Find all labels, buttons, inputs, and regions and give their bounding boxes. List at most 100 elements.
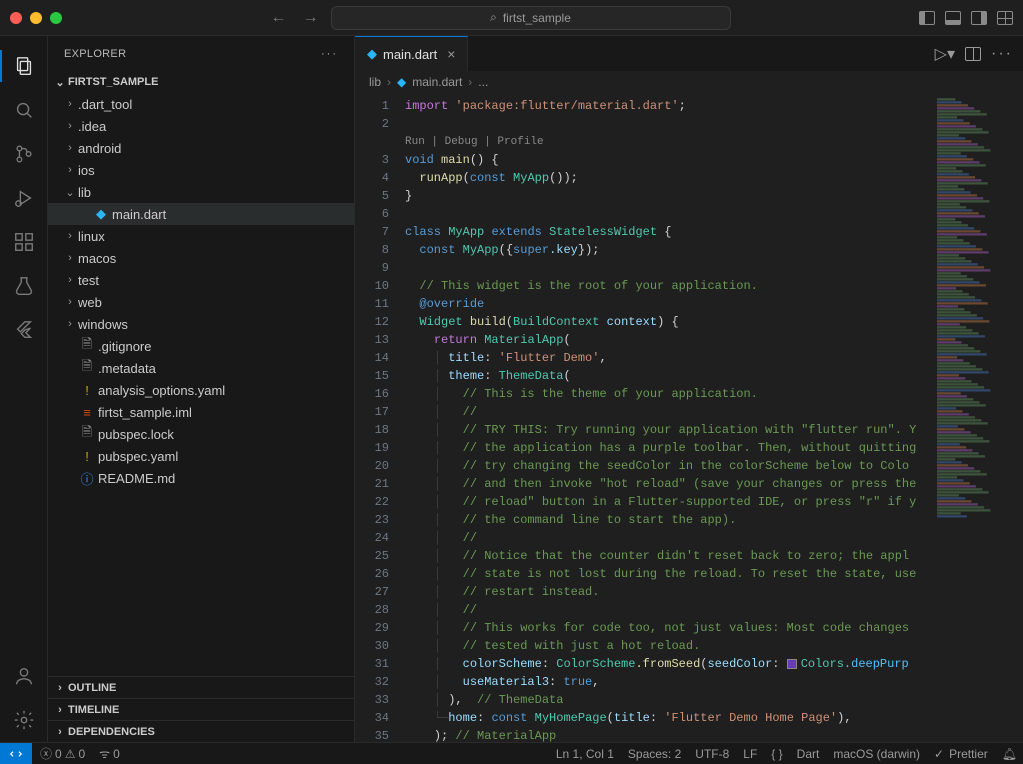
folder-item[interactable]: ›web [48,291,354,313]
status-cursor-pos[interactable]: Ln 1, Col 1 [556,747,614,761]
antenna-icon: ᯤ [99,745,110,762]
line-number: 12 [355,313,389,331]
dart-file-icon: ◆ [397,75,406,89]
tree-item-label: windows [78,317,128,332]
status-brackets[interactable]: { } [771,747,782,761]
line-number: 33 [355,691,389,709]
project-root-row[interactable]: ⌄ FIRTST_SAMPLE [48,71,354,93]
folder-item[interactable]: ›ios [48,159,354,181]
status-notifications[interactable]: 🔔︎ [1002,747,1017,761]
split-editor-icon[interactable] [965,47,981,61]
breadcrumb-part[interactable]: main.dart [412,75,462,89]
minimap[interactable]: ████████████████████████████████████████… [933,93,1023,742]
yaml-file-icon: ≡ [78,405,96,420]
nav-forward-icon[interactable]: → [303,9,319,27]
tree-item-label: .metadata [98,361,156,376]
breadcrumbs[interactable]: lib › ◆ main.dart › ... [355,71,1023,93]
line-number: 19 [355,439,389,457]
code-content[interactable]: import 'package:flutter/material.dart'; … [405,93,933,742]
warning-icon: ⚠ [65,747,76,761]
status-prettier[interactable]: Prettier [934,747,988,761]
file-item[interactable]: ≡firtst_sample.iml [48,401,354,423]
line-number: 22 [355,493,389,511]
file-icon: 🗎 [78,357,96,379]
remote-indicator[interactable] [0,743,32,764]
activity-search[interactable] [0,88,48,132]
file-item[interactable]: ⓘREADME.md [48,467,354,489]
more-actions-icon[interactable]: ··· [991,45,1013,63]
sidebar-more-icon[interactable]: ··· [321,48,338,60]
sidebar-section-outline[interactable]: ›OUTLINE [48,676,354,698]
sidebar-section-timeline[interactable]: ›TIMELINE [48,698,354,720]
status-eol[interactable]: LF [743,747,757,761]
file-item[interactable]: 🗎pubspec.lock [48,423,354,445]
activity-accounts[interactable] [0,654,48,698]
sidebar-section-dependencies[interactable]: ›DEPENDENCIES [48,720,354,742]
tree-item-label: .idea [78,119,106,134]
folder-item[interactable]: ⌄lib [48,181,354,203]
chevron-right-icon: › [62,164,78,176]
chevron-right-icon: › [52,726,68,738]
breadcrumb-part[interactable]: ... [478,75,488,89]
file-icon: 🗎 [78,335,96,357]
yaml-file-icon: ! [78,383,96,398]
close-window-button[interactable] [10,12,22,24]
folder-item[interactable]: ›linux [48,225,354,247]
folder-item[interactable]: ›android [48,137,354,159]
status-encoding[interactable]: UTF-8 [695,747,729,761]
customize-layout-icon[interactable] [997,11,1013,25]
folder-item[interactable]: ›.idea [48,115,354,137]
chevron-right-icon: › [62,274,78,286]
file-item[interactable]: ◆main.dart [48,203,354,225]
close-tab-icon[interactable]: × [447,46,455,62]
tab-main-dart[interactable]: ◆ main.dart × [355,36,468,71]
tab-label: main.dart [383,47,437,62]
tree-item-label: .dart_tool [78,97,132,112]
tree-item-label: web [78,295,102,310]
toggle-secondary-sidebar-icon[interactable] [971,11,987,25]
yaml-file-icon: ! [78,449,96,464]
status-language[interactable]: Dart [797,747,820,761]
chevron-right-icon: › [387,75,391,89]
folder-item[interactable]: ›macos [48,247,354,269]
file-item[interactable]: 🗎.metadata [48,357,354,379]
status-problems[interactable]: ⓧ0 ⚠0 [40,745,85,762]
activity-settings[interactable] [0,698,48,742]
status-indentation[interactable]: Spaces: 2 [628,747,681,761]
line-number: 18 [355,421,389,439]
activity-flutter[interactable] [0,308,48,352]
status-device[interactable]: macOS (darwin) [833,747,920,761]
minimize-window-button[interactable] [30,12,42,24]
run-dropdown-icon[interactable]: ▷▾ [935,44,955,64]
status-ports[interactable]: ᯤ0 [99,745,120,762]
file-item[interactable]: 🗎.gitignore [48,335,354,357]
activity-run-debug[interactable] [0,176,48,220]
info-file-icon: ⓘ [78,469,96,488]
tree-item-label: .gitignore [98,339,151,354]
activity-explorer[interactable] [0,44,48,88]
code-area[interactable]: 12 3456789101112131415161718192021222324… [355,93,1023,742]
tree-item-label: pubspec.lock [98,427,174,442]
line-number: 4 [355,169,389,187]
breadcrumb-part[interactable]: lib [369,75,381,89]
tab-actions: ▷▾ ··· [925,36,1023,71]
code-lens[interactable]: Run | Debug | Profile [405,133,933,151]
activity-extensions[interactable] [0,220,48,264]
command-center-search[interactable]: ⌕ firtst_sample [331,6,731,30]
folder-item[interactable]: ›test [48,269,354,291]
file-item[interactable]: !analysis_options.yaml [48,379,354,401]
line-number: 15 [355,367,389,385]
toggle-primary-sidebar-icon[interactable] [919,11,935,25]
chevron-right-icon: › [52,682,68,694]
folder-item[interactable]: ›windows [48,313,354,335]
maximize-window-button[interactable] [50,12,62,24]
line-number: 13 [355,331,389,349]
line-number: 20 [355,457,389,475]
chevron-right-icon: › [468,75,472,89]
file-item[interactable]: !pubspec.yaml [48,445,354,467]
folder-item[interactable]: ›.dart_tool [48,93,354,115]
nav-back-icon[interactable]: ← [271,9,287,27]
activity-source-control[interactable] [0,132,48,176]
toggle-panel-icon[interactable] [945,11,961,25]
activity-testing[interactable] [0,264,48,308]
